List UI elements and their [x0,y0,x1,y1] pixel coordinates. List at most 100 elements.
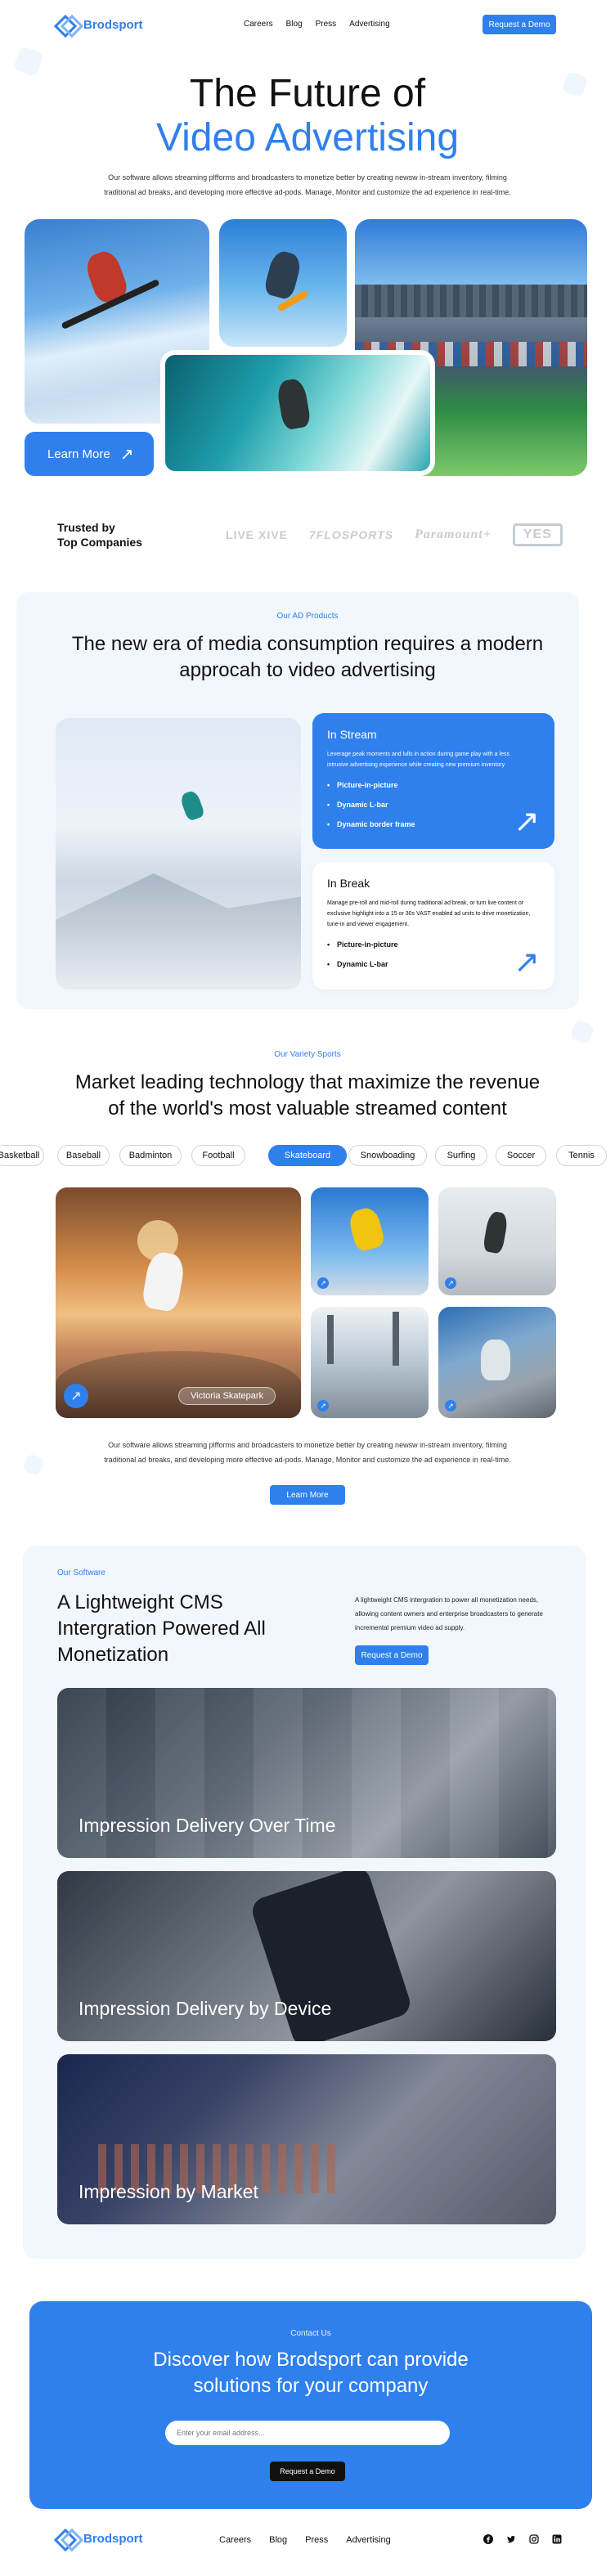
nav-links: Careers Blog Press Advertising [244,20,390,29]
arrow-up-right-icon[interactable]: ↗ [514,806,540,837]
decorative-shape [569,1019,595,1045]
impression-by-device-card[interactable]: Impression Delivery by Device [57,1871,556,2041]
ad-products-title-line1: The new era of media consumption require… [71,633,544,655]
social-links [483,2533,563,2545]
brand-name: Brodsport [83,17,143,32]
trusted-label-line2: Top Companies [57,536,142,549]
arrow-up-right-icon[interactable]: ↗ [514,947,540,978]
request-demo-button[interactable]: Request a Demo [483,15,556,34]
impression-over-time-card[interactable]: Impression Delivery Over Time [57,1688,556,1858]
in-stream-description: Leverage peak moments and lulls in actio… [327,752,510,768]
pill-soccer[interactable]: Soccer [496,1145,546,1166]
footer-brand-logo[interactable]: Brodsport [56,2530,143,2547]
impression-by-market-card[interactable]: Impression by Market [57,2054,556,2224]
hero-title-line1: The Future of [189,72,426,115]
feature-item: Dynamic L-bar [327,954,540,974]
software-eyebrow: Our Software [57,1568,105,1577]
pill-snowboading[interactable]: Snowboading [348,1145,427,1166]
in-break-description: Manage pre-roll and mid-roll during trad… [327,900,531,927]
nav-link-blog[interactable]: Blog [286,20,303,29]
in-stream-features: Picture-in-picture Dynamic L-bar Dynamic… [327,775,540,834]
request-demo-button[interactable]: Request a Demo [270,2462,345,2481]
contact-section: Contact Us Discover how Brodsport can pr… [29,2301,592,2509]
footer-link-blog[interactable]: Blog [269,2535,287,2545]
learn-more-button[interactable]: Learn More ↗ [25,432,154,476]
livexive-logo: LIVE XIVE [226,528,288,541]
top-nav: Brodsport Careers Blog Press Advertising… [0,0,615,51]
landing-page: Brodsport Careers Blog Press Advertising… [0,0,615,2576]
sports-description: Our software allows streaming plfforms a… [104,1441,511,1464]
in-break-card[interactable]: In Break Manage pre-roll and mid-roll du… [312,862,554,990]
footer-link-careers[interactable]: Careers [219,2535,251,2545]
contact-eyebrow: Contact Us [290,2329,331,2338]
footer-link-press[interactable]: Press [305,2535,328,2545]
feature-item: Dynamic L-bar [327,795,540,815]
snowboard-photo [56,718,301,990]
ad-products-title-line2: approcah to video advertising [179,659,436,681]
arrow-up-right-icon[interactable]: ↗ [317,1400,329,1411]
nav-link-press[interactable]: Press [316,20,337,29]
feature-item: Picture-in-picture [327,935,540,954]
skateboard-sky-photo [219,219,347,347]
card-label: Impression Delivery by Device [79,1998,332,2019]
nav-link-advertising[interactable]: Advertising [349,20,389,29]
nav-link-careers[interactable]: Careers [244,20,273,29]
in-stream-title: In Stream [327,728,377,741]
facebook-icon[interactable] [483,2533,494,2545]
email-field[interactable] [165,2421,450,2445]
hero-description: Our software allows streaming plfforms a… [104,173,511,196]
feature-item: Dynamic border frame [327,815,540,834]
software-description: A lightweight CMS intergration to power … [355,1596,543,1631]
in-break-title: In Break [327,877,370,890]
in-break-features: Picture-in-picture Dynamic L-bar [327,935,540,974]
paramount-logo: Paramount+ [415,527,492,541]
arrow-up-right-icon[interactable]: ↗ [64,1384,88,1408]
logo-icon [56,16,79,33]
card-label: Impression by Market [79,2181,258,2202]
trusted-label-line1: Trusted by [57,521,115,534]
sport-filter-pills: Basketball Baseball Badminton Football S… [0,1145,615,1168]
linkedin-icon[interactable] [551,2533,563,2545]
surfing-photo [160,350,435,476]
skateboard-photo-2: ↗ [311,1187,429,1295]
skatepark-jump-photo: ↗ Victoria Skatepark [56,1187,301,1418]
trusted-label: Trusted by Top Companies [57,520,142,550]
arrow-up-right-icon[interactable]: ↗ [445,1400,456,1411]
brand-name: Brodsport [83,2531,143,2546]
request-demo-button[interactable]: Request a Demo [355,1645,429,1665]
pill-tennis[interactable]: Tennis [556,1145,607,1166]
pill-baseball[interactable]: Baseball [57,1145,110,1166]
card-label: Impression Delivery Over Time [79,1815,336,1836]
pill-football[interactable]: Football [191,1145,245,1166]
pill-surfing[interactable]: Surfing [435,1145,487,1166]
location-tag: Victoria Skatepark [178,1387,276,1405]
yes-logo: YES [512,523,563,546]
skateboard-photo-4: ↗ [311,1307,429,1418]
skateboard-photo-3: ↗ [438,1187,556,1295]
pill-basketball[interactable]: Basketball [0,1145,44,1166]
decorative-shape [21,1452,46,1477]
instagram-icon[interactable] [528,2533,540,2545]
arrow-up-right-icon: ↗ [119,445,134,464]
flosports-logo: 7FLOSPORTS [308,528,394,541]
pill-badminton[interactable]: Badminton [119,1145,182,1166]
pill-skateboard[interactable]: Skateboard [268,1145,347,1166]
software-title: A Lightweight CMS Intergration Powered A… [57,1591,266,1666]
feature-item: Picture-in-picture [327,775,540,795]
hero-title-line2: Video Advertising [155,116,460,159]
logo-icon [56,2530,79,2547]
twitter-icon[interactable] [505,2533,517,2545]
brand-logo[interactable]: Brodsport [56,16,143,33]
footer-link-advertising[interactable]: Advertising [346,2535,390,2545]
arrow-up-right-icon[interactable]: ↗ [317,1277,329,1289]
learn-more-label: Learn More [47,447,110,461]
sports-title-line2: of the world's most valuable streamed co… [108,1097,507,1120]
sports-eyebrow: Our Variety Sports [274,1050,341,1059]
contact-title-line1: Discover how Brodsport can provide [153,2349,469,2371]
skateboard-photo-5: ↗ [438,1307,556,1418]
arrow-up-right-icon[interactable]: ↗ [445,1277,456,1289]
learn-more-button[interactable]: Learn More [270,1485,345,1505]
partner-logos: LIVE XIVE 7FLOSPORTS Paramount+ YES [226,523,563,546]
in-stream-card[interactable]: In Stream Leverage peak moments and lull… [312,713,554,849]
sports-title-line1: Market leading technology that maximize … [74,1071,541,1093]
